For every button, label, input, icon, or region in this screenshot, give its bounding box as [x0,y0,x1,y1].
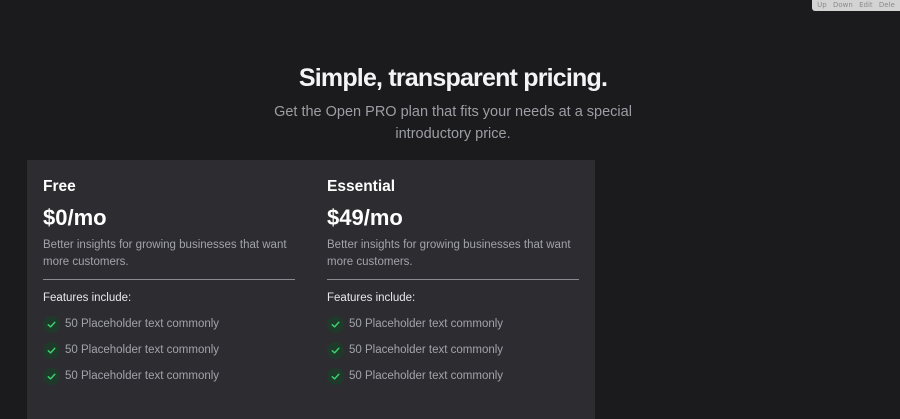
feature-text: 50 Placeholder text commonly [65,318,220,330]
checkmark-icon [327,315,344,333]
page-subtitle: Get the Open PRO plan that fits your nee… [274,104,632,142]
toolbar-down-button[interactable]: Down [833,0,853,11]
feature-text: 50 Placeholder text commonly [349,318,504,330]
toolbar-delete-button[interactable]: Dele [879,0,895,11]
plan-price: $0/mo [43,205,107,230]
plan-description: Better insights for growing businesses t… [327,239,571,268]
feature-text: 50 Placeholder text commonly [349,344,504,356]
plan-price: $49/mo [327,205,403,230]
checkmark-icon [43,315,60,333]
plan-description: Better insights for growing businesses t… [43,239,287,268]
checkmark-icon [43,367,60,385]
feature-item: 50 Placeholder text commonly [327,367,503,385]
feature-item: 50 Placeholder text commonly [327,315,503,333]
feature-text: 50 Placeholder text commonly [65,370,220,382]
feature-item: 50 Placeholder text commonly [43,367,219,385]
features-heading: Features include: [43,292,132,304]
features-heading: Features include: [327,292,416,304]
checkmark-icon [327,341,344,359]
checkmark-icon [43,341,60,359]
plan-name: Essential [327,178,396,195]
page-title: Simple, transparent pricing. [298,64,608,92]
editor-toolbar: Up Down Edit Dele [812,0,900,11]
toolbar-up-button[interactable]: Up [817,0,827,11]
plan-divider [327,279,579,280]
toolbar-edit-button[interactable]: Edit [859,0,873,11]
pricing-panel: Free $0/mo Better insights for growing b… [27,160,595,419]
feature-item: 50 Placeholder text commonly [43,315,219,333]
plan-name: Free [43,178,76,195]
feature-item: 50 Placeholder text commonly [327,341,503,359]
feature-text: 50 Placeholder text commonly [349,370,504,382]
feature-item: 50 Placeholder text commonly [43,341,219,359]
checkmark-icon [327,367,344,385]
feature-text: 50 Placeholder text commonly [65,344,220,356]
plan-divider [43,279,295,280]
